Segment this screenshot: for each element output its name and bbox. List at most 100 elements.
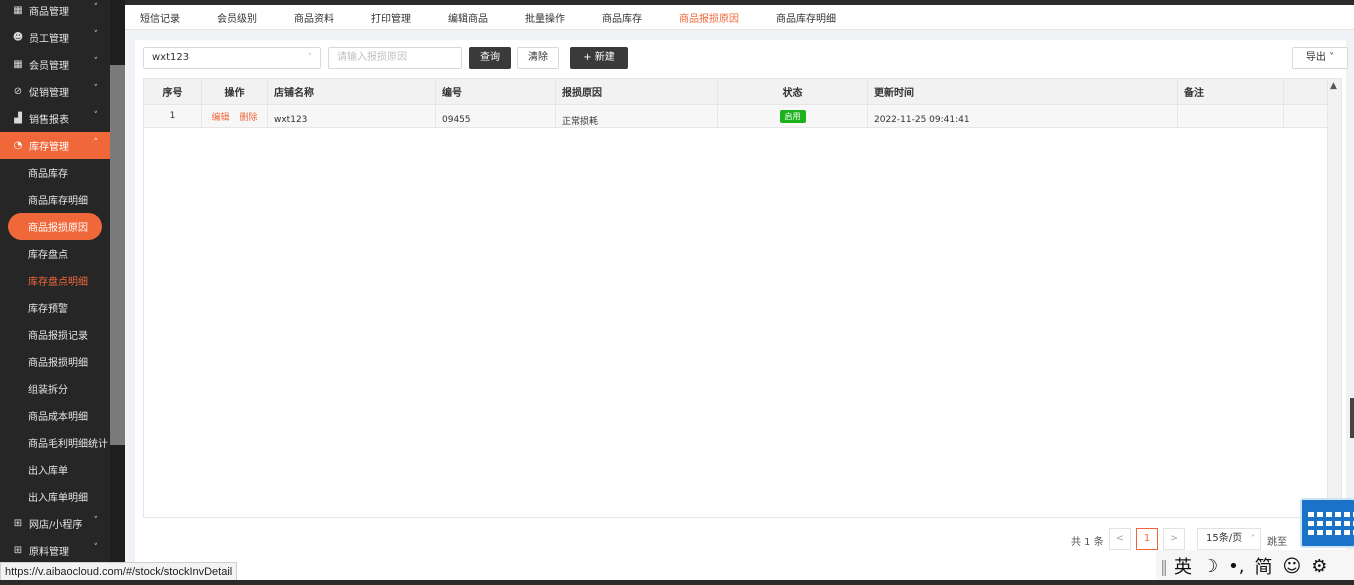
chart-icon: ▟ [14, 113, 22, 124]
cell-remark [1178, 105, 1284, 127]
sidebar-item-inout-order[interactable]: 出入库单 [0, 456, 110, 483]
sidebar-item-stock-detail[interactable]: 商品库存明细 [0, 186, 110, 213]
keyboard-icon[interactable] [1300, 498, 1354, 548]
sidebar-item-stock-alert[interactable]: 库存预警 [0, 294, 110, 321]
chevron-down-icon: ˅ [93, 111, 99, 121]
sidebar-group-webshop[interactable]: ⊞ 网店/小程序 ˅ [0, 510, 110, 537]
clear-button[interactable]: 清除 [517, 47, 559, 69]
bottom-strip [0, 580, 1354, 585]
sidebar-group-label: 促销管理 [29, 88, 69, 99]
col-header-code: 编号 [436, 79, 556, 104]
ime-toolbar: ‖ 英 ☽ •, 简 ☺ ⚙ [1156, 550, 1354, 582]
data-table: 序号 操作 店铺名称 编号 报损原因 状态 更新时间 备注 1 编辑 删除 wx… [143, 78, 1342, 518]
sidebar-group-sales[interactable]: ▟ 销售报表 ˅ [0, 105, 110, 132]
tab-edit-goods[interactable]: 编辑商品 [433, 10, 510, 25]
loss-reason-input[interactable]: 请输入报损原因 [328, 47, 462, 69]
sidebar-group-label: 员工管理 [29, 34, 69, 45]
col-header-seq: 序号 [144, 79, 202, 104]
edge-handle [1350, 398, 1354, 438]
status-url: https://v.aibaocloud.com/#/stock/stockIn… [0, 562, 238, 582]
sidebar-group-label: 销售报表 [29, 115, 69, 126]
new-button[interactable]: + 新建 [570, 47, 628, 69]
pager-prev-button[interactable]: < [1109, 528, 1131, 550]
table-scrollbar[interactable]: ▲ [1327, 79, 1341, 517]
sidebar-group-promo[interactable]: ⊘ 促销管理 ˅ [0, 78, 110, 105]
col-header-store: 店铺名称 [268, 79, 436, 104]
chevron-down-icon: ˅ [93, 516, 99, 526]
tab-goods-info[interactable]: 商品资料 [279, 10, 356, 25]
sidebar-group-goods[interactable]: ▦ 商品管理 ˅ [0, 0, 110, 24]
sidebar-item-loss-reason[interactable]: 商品报损原因 [8, 213, 102, 240]
chevron-down-icon: ˅ [93, 3, 99, 13]
ime-handle-icon[interactable]: ‖ [1160, 557, 1168, 576]
sidebar-item-stock[interactable]: 商品库存 [0, 159, 110, 186]
export-button[interactable]: 导出 ˅ [1292, 47, 1348, 69]
query-button[interactable]: 查询 [469, 47, 511, 69]
gear-icon[interactable]: ⚙ [1311, 556, 1327, 577]
sidebar-group-label: 网店/小程序 [29, 520, 83, 531]
col-header-status: 状态 [718, 79, 868, 104]
tab-batch-ops[interactable]: 批量操作 [510, 10, 587, 25]
cell-code: 09455 [436, 105, 556, 127]
sidebar-group-staff[interactable]: ☻ 员工管理 ˅ [0, 24, 110, 51]
moon-icon[interactable]: ☽ [1202, 556, 1218, 577]
tab-goods-stock[interactable]: 商品库存 [587, 10, 664, 25]
tab-print-manage[interactable]: 打印管理 [356, 10, 433, 25]
cell-time: 2022-11-25 09:41:41 [868, 105, 1178, 127]
cell-pad [1284, 105, 1324, 127]
ime-lang-toggle[interactable]: 英 [1174, 553, 1192, 579]
chevron-down-icon: ˅ [307, 53, 313, 63]
ime-simplified-toggle[interactable]: 简 [1254, 553, 1272, 579]
chevron-up-icon: ˄ [93, 138, 99, 148]
sidebar-item-inout-detail[interactable]: 出入库单明细 [0, 483, 110, 510]
sidebar-item-assembly[interactable]: 组装拆分 [0, 375, 110, 402]
tab-loss-reason[interactable]: 商品报损原因 [664, 10, 761, 25]
pager-next-button[interactable]: > [1163, 528, 1185, 550]
sidebar-group-member[interactable]: ▦ 会员管理 ˅ [0, 51, 110, 78]
chevron-down-icon: ˅ [93, 543, 99, 553]
chevron-down-icon: ˅ [93, 84, 99, 94]
chevron-down-icon: ˅ [93, 30, 99, 40]
table-row[interactable]: 1 编辑 删除 wxt123 09455 正常损耗 启用 2022-11-25 … [144, 105, 1341, 128]
sidebar-item-stocktake-detail[interactable]: 库存盘点明细 [0, 267, 110, 294]
tab-sms-log[interactable]: 短信记录 [125, 10, 202, 25]
sidebar-item-stocktake[interactable]: 库存盘点 [0, 240, 110, 267]
content-frame: 短信记录 会员级别 商品资料 打印管理 编辑商品 批量操作 商品库存 商品报损原… [125, 5, 1354, 580]
sidebar-group-label: 原料管理 [29, 547, 69, 558]
main-card: wxt123 ˅ 请输入报损原因 查询 清除 + 新建 导出 ˅ 序号 操作 店… [135, 40, 1348, 580]
store-icon: ⊞ [13, 518, 23, 529]
edit-link[interactable]: 编辑 [211, 110, 229, 123]
col-header-op: 操作 [202, 79, 268, 104]
chevron-down-icon: ˅ [1329, 52, 1335, 63]
page-size-select[interactable]: 15条/页 ˅ [1197, 528, 1261, 550]
sidebar-group-material[interactable]: ⊞ 原料管理 ˅ [0, 537, 110, 564]
scroll-up-icon[interactable]: ▲ [1330, 81, 1337, 91]
delete-link[interactable]: 删除 [240, 110, 258, 123]
sidebar-item-cost-detail[interactable]: 商品成本明细 [0, 402, 110, 429]
toolbar: wxt123 ˅ 请输入报损原因 查询 清除 + 新建 导出 ˅ [143, 47, 1348, 71]
punct-icon[interactable]: •, [1228, 556, 1244, 577]
store-select-value: wxt123 [152, 52, 190, 63]
col-header-remark: 备注 [1178, 79, 1284, 104]
status-badge: 启用 [779, 109, 806, 123]
chevron-down-icon: ˅ [93, 57, 99, 67]
col-header-time: 更新时间 [868, 79, 1178, 104]
page-size-value: 15条/页 [1206, 533, 1243, 544]
pager-page-1[interactable]: 1 [1136, 528, 1158, 550]
store-select[interactable]: wxt123 ˅ [143, 47, 321, 69]
sidebar-item-loss-detail[interactable]: 商品报损明细 [0, 348, 110, 375]
user-icon: ☻ [12, 32, 24, 43]
pie-icon: ◔ [13, 140, 23, 151]
tab-stock-detail[interactable]: 商品库存明细 [761, 10, 858, 25]
sidebar-item-profit-detail[interactable]: 商品毛利明细统计 [0, 429, 110, 456]
cell-seq: 1 [144, 105, 202, 127]
emoji-icon[interactable]: ☺ [1282, 556, 1301, 577]
sidebar: ▦ 商品管理 ˅ ☻ 员工管理 ˅ ▦ 会员管理 ˅ ⊘ 促销管理 ˅ ▟ 销售… [0, 0, 110, 585]
chevron-down-icon: ˅ [1251, 534, 1255, 543]
check-circle-icon: ⊘ [13, 86, 23, 97]
sidebar-group-inventory[interactable]: ◔ 库存管理 ˄ [0, 132, 110, 159]
col-header-pad [1284, 79, 1324, 104]
sidebar-item-loss-record[interactable]: 商品报损记录 [0, 321, 110, 348]
tab-member-level[interactable]: 会员级别 [202, 10, 279, 25]
sidebar-scrollbar-thumb[interactable] [110, 65, 125, 445]
